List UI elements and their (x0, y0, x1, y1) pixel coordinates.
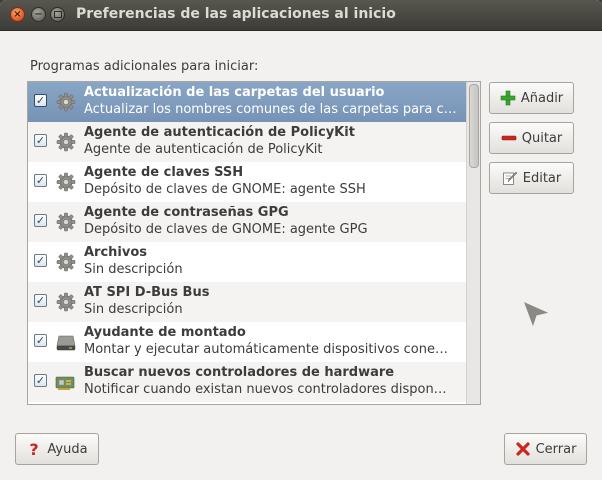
program-row[interactable]: ✓ Agente de contraseñas GPG Depósito de cl… (28, 202, 468, 242)
gear-icon (55, 131, 77, 153)
checkmark-icon: ✓ (35, 134, 46, 147)
checkmark-icon: ✓ (35, 254, 46, 267)
program-row[interactable]: ✓ AT SPI D-Bus Bus Sin descripción (28, 282, 468, 322)
checkmark-icon: ✓ (35, 374, 46, 387)
program-list-rows: ✓ Actualización de las carpetas del usuar… (28, 82, 468, 404)
program-enabled-checkbox[interactable]: ✓ (34, 134, 47, 147)
startup-preferences-window: × − Preferencias de las aplicaciones al … (0, 0, 602, 480)
program-description: Sin descripción (84, 262, 183, 277)
close-button-label: Cerrar (535, 441, 577, 457)
gear-icon (55, 171, 77, 193)
gear-icon (55, 291, 77, 313)
program-name: Archivos (84, 245, 148, 260)
minimize-icon: − (34, 8, 43, 20)
program-enabled-checkbox[interactable]: ✓ (34, 334, 47, 347)
program-description: Notificar cuando existan nuevos controla… (84, 382, 447, 397)
program-row[interactable]: ✓ Archivos Sin descripción (28, 242, 468, 282)
checkmark-icon: ✓ (35, 174, 46, 187)
program-description: Montar y ejecutar automáticamente dispos… (84, 342, 448, 357)
program-row[interactable] (28, 402, 468, 404)
program-name: AT SPI D-Bus Bus (84, 285, 210, 300)
edit-button-label: Editar (522, 170, 562, 186)
program-enabled-checkbox[interactable]: ✓ (34, 254, 47, 267)
help-button[interactable]: ? Ayuda (15, 433, 99, 465)
program-description: Actualizar los nombres comunes de las ca… (84, 102, 457, 117)
gear-icon (55, 251, 77, 273)
maximize-icon (53, 11, 62, 18)
program-description: Depósito de claves de GNOME: agente GPG (84, 222, 368, 237)
mouse-pointer-icon (522, 300, 551, 329)
list-vertical-scrollbar[interactable] (466, 82, 480, 404)
add-button[interactable]: Añadir (489, 82, 574, 114)
add-button-label: Añadir (520, 90, 564, 106)
scrollbar-thumb[interactable] (469, 84, 479, 168)
drive-icon (55, 331, 77, 353)
edit-icon (502, 170, 518, 186)
program-row[interactable]: ✓ Agente de autenticación de PolicyKit Age… (28, 122, 468, 162)
program-row[interactable]: ✓ Ayudante de montado Montar y ejecutar au… (28, 322, 468, 362)
close-button[interactable]: Cerrar (504, 433, 587, 465)
program-description: Depósito de claves de GNOME: agente SSH (84, 182, 366, 197)
plus-icon (500, 90, 516, 106)
program-name: Actualización de las carpetas del usuari… (84, 85, 385, 100)
checkmark-icon: ✓ (35, 294, 46, 307)
svg-text:?: ? (30, 441, 39, 457)
hardware-card-icon (55, 371, 77, 393)
program-enabled-checkbox[interactable]: ✓ (34, 214, 47, 227)
minus-icon (501, 130, 517, 146)
program-name: Agente de autenticación de PolicyKit (84, 125, 355, 140)
program-enabled-checkbox[interactable]: ✓ (34, 94, 47, 107)
title-bar: × − Preferencias de las aplicaciones al … (0, 0, 602, 31)
gear-icon (55, 211, 77, 233)
programs-section-label: Programas adicionales para iniciar: (30, 59, 259, 74)
program-enabled-checkbox[interactable]: ✓ (34, 374, 47, 387)
program-name: Ayudante de montado (84, 325, 246, 340)
checkmark-icon: ✓ (35, 214, 46, 227)
gear-icon (55, 91, 77, 113)
window-minimize-button[interactable]: − (31, 7, 46, 22)
remove-button-label: Quitar (521, 130, 563, 146)
program-description: Sin descripción (84, 302, 183, 317)
remove-button[interactable]: Quitar (489, 122, 574, 154)
startup-programs-list[interactable]: ✓ Actualización de las carpetas del usuar… (27, 81, 481, 405)
checkmark-icon: ✓ (35, 94, 46, 107)
program-name: Agente de claves SSH (84, 165, 244, 180)
window-close-icon: × (13, 8, 22, 20)
program-row[interactable]: ✓ Agente de claves SSH Depósito de claves … (28, 162, 468, 202)
program-enabled-checkbox[interactable]: ✓ (34, 174, 47, 187)
window-title: Preferencias de las aplicaciones al inic… (76, 6, 396, 22)
help-button-label: Ayuda (47, 441, 88, 457)
program-description: Agente de autenticación de PolicyKit (84, 142, 323, 157)
edit-button[interactable]: Editar (489, 162, 574, 194)
checkmark-icon: ✓ (35, 334, 46, 347)
window-close-button[interactable]: × (10, 7, 25, 22)
program-enabled-checkbox[interactable]: ✓ (34, 294, 47, 307)
program-row[interactable]: ✓ Buscar nuevos controladores de hardware… (28, 362, 468, 402)
close-icon (515, 441, 531, 457)
program-name: Buscar nuevos controladores de hardware (84, 365, 395, 380)
window-maximize-button[interactable] (50, 7, 65, 22)
help-icon: ? (26, 441, 42, 457)
program-name: Agente de contraseñas GPG (84, 205, 289, 220)
program-row[interactable]: ✓ Actualización de las carpetas del usuar… (28, 82, 468, 122)
